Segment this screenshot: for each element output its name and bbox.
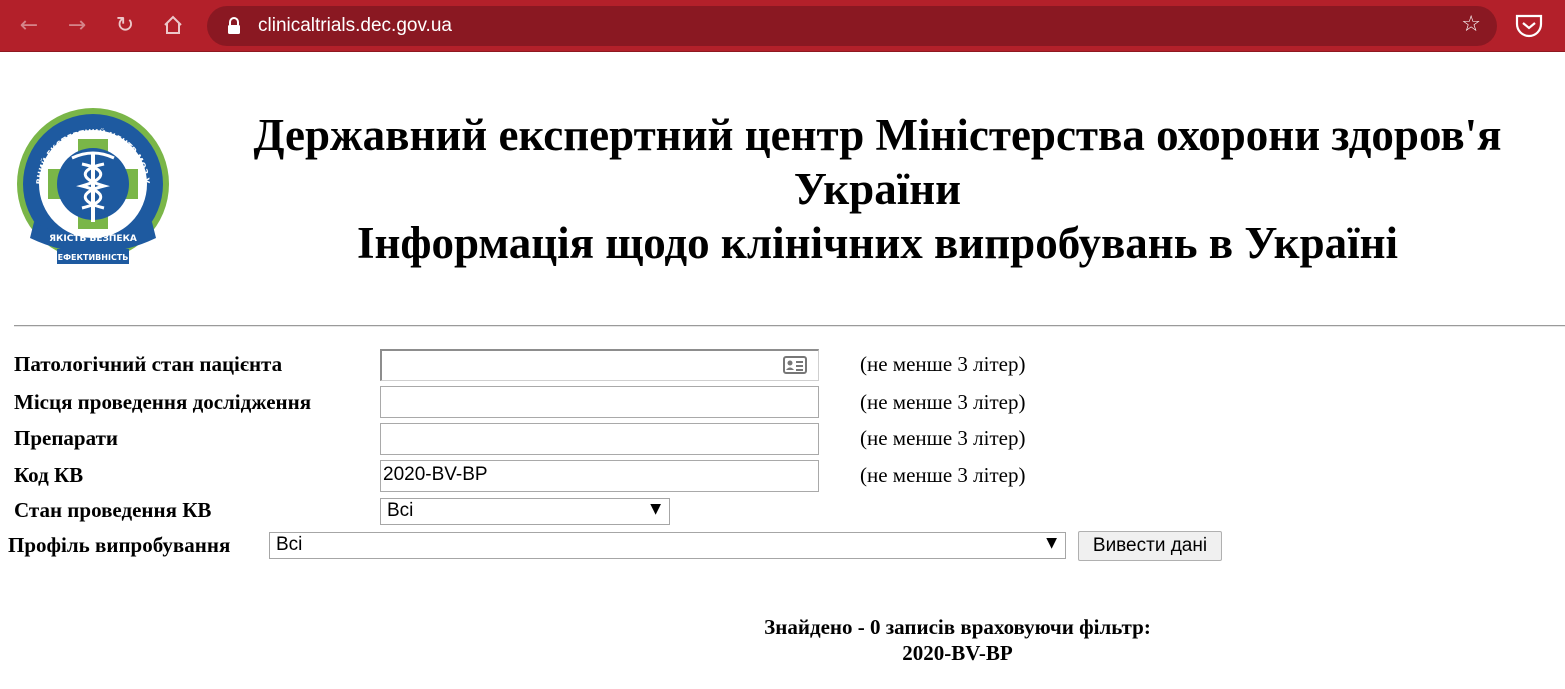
dec-logo: ДЕРЖАВНИЙ ЕКСПЕРТНИЙ ЦЕНТР МОЗ УКРАЇНИ Я… xyxy=(12,104,169,264)
drugs-hint: (не менше 3 літер) xyxy=(860,426,1026,450)
condition-hint: (не менше 3 літер) xyxy=(860,352,1026,376)
lock-icon xyxy=(228,17,240,34)
dropdown-arrow-icon: ▼ xyxy=(650,501,661,517)
trial-code-hint: (не менше 3 літер) xyxy=(860,463,1026,487)
pocket-icon[interactable] xyxy=(1514,13,1544,39)
sites-label: Місця проведення дослідження xyxy=(14,390,312,414)
autofill-card-icon[interactable] xyxy=(783,355,807,375)
forward-icon[interactable]: → xyxy=(60,8,94,42)
sites-input[interactable] xyxy=(380,386,819,418)
submit-button[interactable]: Вивести дані xyxy=(1078,531,1222,561)
sites-hint: (не менше 3 літер) xyxy=(860,390,1026,414)
divider xyxy=(14,325,1565,327)
logo-bottom-text: ЕФЕКТИВНІСТЬ xyxy=(58,253,129,262)
status-select-value: Всі xyxy=(387,500,414,521)
page-title: Державний експертний центр Міністерства … xyxy=(190,108,1565,270)
address-bar[interactable]: clinicaltrials.dec.gov.ua ☆ xyxy=(207,6,1497,46)
reload-icon[interactable]: ↻ xyxy=(108,8,142,42)
url-text: clinicaltrials.dec.gov.ua xyxy=(258,15,452,36)
trial-code-label: Код КВ xyxy=(14,463,84,487)
dropdown-arrow-icon: ▼ xyxy=(1046,535,1057,551)
back-icon[interactable]: ← xyxy=(12,8,46,42)
title-line-1: Державний експертний центр Міністерства … xyxy=(253,110,1502,160)
status-label: Стан проведення КВ xyxy=(14,498,212,522)
condition-label: Патологічний стан пацієнта xyxy=(14,352,283,376)
bookmark-star-icon[interactable]: ☆ xyxy=(1461,12,1481,37)
condition-input[interactable] xyxy=(380,349,819,381)
drugs-label: Препарати xyxy=(14,426,118,450)
title-line-3: Інформація щодо клінічних випробувань в … xyxy=(356,218,1399,268)
profile-label: Профіль випробування xyxy=(8,533,231,557)
status-select[interactable]: Всі ▼ xyxy=(380,498,670,525)
result-summary: Знайдено - 0 записів враховуючи фільтр: xyxy=(764,615,1151,639)
profile-select-value: Всі xyxy=(276,534,303,555)
drugs-input[interactable] xyxy=(380,423,819,455)
browser-toolbar: ← → ↻ clinicaltrials.dec.gov.ua ☆ xyxy=(0,0,1565,52)
logo-ribbon-text: ЯКІСТЬ БЕЗПЕКА xyxy=(49,234,137,244)
profile-select[interactable]: Всі ▼ xyxy=(269,532,1066,559)
trial-code-input[interactable]: 2020-BV-BP xyxy=(380,460,819,492)
title-line-2: України xyxy=(793,164,962,214)
home-icon[interactable] xyxy=(156,8,190,42)
result-filter: 2020-BV-BP xyxy=(902,641,1013,665)
